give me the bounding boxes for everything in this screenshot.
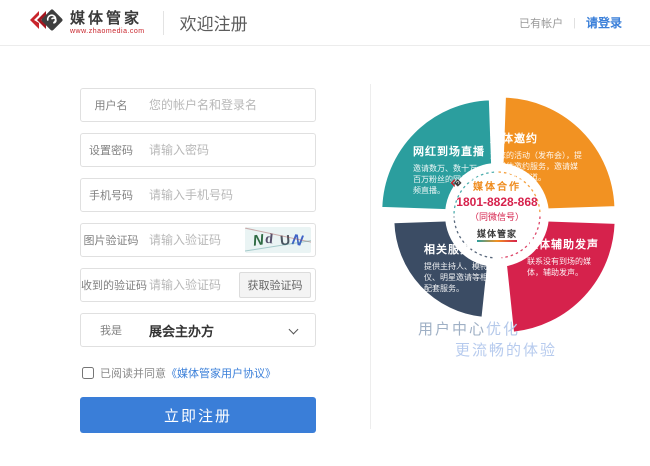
phone-input[interactable] [149, 188, 315, 202]
role-selected-value: 展会主办方 [149, 321, 214, 340]
services-donut-chart: 网红到场直播 邀请数万、数十万、数百万粉丝的网红到场视频直播。 媒体邀约 为您的… [378, 90, 628, 350]
page-title: 欢迎注册 [180, 10, 248, 35]
brand-logo-icon [28, 7, 64, 39]
image-captcha-label: 图片验证码 [81, 232, 141, 248]
password-input[interactable] [149, 143, 315, 157]
agreement-checkbox[interactable] [82, 367, 94, 379]
phone-label: 手机号码 [81, 187, 141, 203]
brand-url: www.zhaomedia.com [70, 28, 145, 35]
role-select-row[interactable]: 我是 展会主办方 [80, 313, 316, 347]
captcha-char: d [264, 232, 273, 249]
vertical-divider [370, 84, 371, 429]
captcha-char: N [291, 231, 305, 250]
brand-name: 媒体管家 [70, 11, 145, 26]
username-input[interactable] [149, 98, 315, 112]
get-sms-code-button[interactable]: 获取验证码 [239, 272, 311, 298]
brand-logo[interactable]: 媒体管家 www.zhaomedia.com [28, 7, 145, 39]
agreement-text: 已阅读并同意 [100, 365, 166, 381]
captcha-char: N [252, 231, 265, 249]
role-label: 我是 [81, 322, 141, 338]
tagline-line2: 更流畅的体验 [455, 339, 557, 360]
captcha-image[interactable]: N d U N [245, 227, 311, 253]
sms-code-label: 收到的验证码 [81, 277, 141, 293]
captcha-char: U [279, 232, 290, 249]
username-label: 用户名 [81, 97, 141, 113]
password-field-row: 设置密码 [80, 133, 316, 167]
agreement-row: 已阅读并同意 《媒体管家用户协议》 [82, 365, 316, 381]
password-label: 设置密码 [81, 142, 141, 158]
tagline-line1: 用户中心优化 [418, 318, 520, 339]
existing-account-hint: 已有帐户 [519, 15, 563, 31]
login-link[interactable]: 请登录 [586, 14, 622, 31]
donut-chart-svg [378, 90, 628, 350]
username-field-row: 用户名 [80, 88, 316, 122]
main-content: 用户名 设置密码 手机号码 图片验证码 N d U N 收到的验证码 [0, 46, 650, 466]
register-form: 用户名 设置密码 手机号码 图片验证码 N d U N 收到的验证码 [80, 88, 316, 433]
chevron-down-icon [289, 325, 299, 335]
header-divider [163, 11, 164, 35]
header: 媒体管家 www.zhaomedia.com 欢迎注册 已有帐户 | 请登录 [0, 0, 650, 46]
phone-field-row: 手机号码 [80, 178, 316, 212]
chart-center-circle [445, 163, 549, 267]
header-separator: | [573, 17, 576, 29]
sms-code-field-row: 收到的验证码 获取验证码 [80, 268, 316, 302]
user-agreement-link[interactable]: 《媒体管家用户协议》 [166, 365, 276, 381]
image-captcha-field-row: 图片验证码 N d U N [80, 223, 316, 257]
register-submit-button[interactable]: 立即注册 [80, 397, 316, 433]
